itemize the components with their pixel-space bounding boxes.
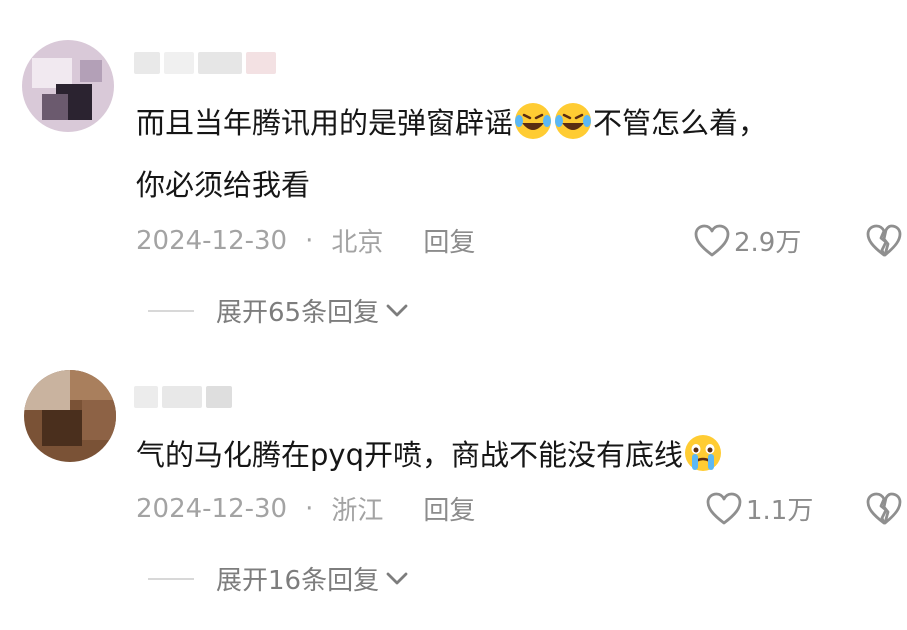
expand-replies-label: 展开16条回复 bbox=[216, 566, 380, 596]
expand-replies-label: 展开65条回复 bbox=[216, 298, 380, 328]
like-button[interactable]: 2.9万 bbox=[694, 222, 801, 259]
comment-date: 2024-12-30 bbox=[136, 493, 288, 524]
comment-text: 而且当年腾讯用的是弹窗辟谣 不管怎么着， 你必须给我看 bbox=[136, 92, 767, 216]
comment-text-part: 气的马化腾在pyq开喷，商战不能没有底线 bbox=[136, 438, 683, 472]
comment-text: 气的马化腾在pyq开喷，商战不能没有底线 bbox=[136, 424, 723, 486]
laughing-crying-emoji-icon bbox=[555, 103, 592, 139]
comment-date: 2024-12-30 bbox=[136, 225, 288, 256]
separator-dot: · bbox=[305, 225, 314, 256]
avatar[interactable] bbox=[22, 40, 114, 132]
like-count: 1.1万 bbox=[746, 496, 814, 526]
crying-emoji-icon bbox=[684, 435, 721, 471]
chevron-down-icon bbox=[386, 572, 408, 584]
comment-text-part: 而且当年腾讯用的是弹窗辟谣 bbox=[136, 106, 514, 140]
comment-text-part: 不管怎么着， bbox=[593, 106, 768, 140]
comment-location: 北京 bbox=[331, 228, 384, 258]
separator-dot: · bbox=[305, 493, 314, 524]
broken-heart-icon[interactable] bbox=[866, 492, 902, 526]
laughing-crying-emoji-icon bbox=[515, 103, 552, 139]
like-button[interactable]: 1.1万 bbox=[706, 490, 813, 527]
like-count: 2.9万 bbox=[734, 228, 802, 258]
username-blurred[interactable] bbox=[134, 50, 276, 76]
heart-outline-icon bbox=[694, 224, 730, 256]
heart-outline-icon bbox=[706, 492, 742, 524]
divider-line bbox=[148, 577, 194, 580]
expand-replies-button[interactable]: 展开65条回复 bbox=[148, 292, 409, 329]
comment-text-part: 你必须给我看 bbox=[136, 168, 311, 202]
divider-line bbox=[148, 309, 194, 312]
chevron-down-icon bbox=[386, 304, 408, 316]
reply-button[interactable]: 回复 bbox=[423, 222, 475, 259]
comment-location: 浙江 bbox=[331, 496, 384, 526]
comment-meta: 2024-12-30 · 浙江 回复 bbox=[136, 490, 475, 527]
username-blurred[interactable] bbox=[134, 384, 232, 410]
reply-button[interactable]: 回复 bbox=[423, 490, 475, 527]
broken-heart-icon[interactable] bbox=[866, 224, 902, 258]
expand-replies-button[interactable]: 展开16条回复 bbox=[148, 560, 409, 597]
avatar[interactable] bbox=[24, 370, 116, 462]
comment-meta: 2024-12-30 · 北京 回复 bbox=[136, 222, 475, 259]
